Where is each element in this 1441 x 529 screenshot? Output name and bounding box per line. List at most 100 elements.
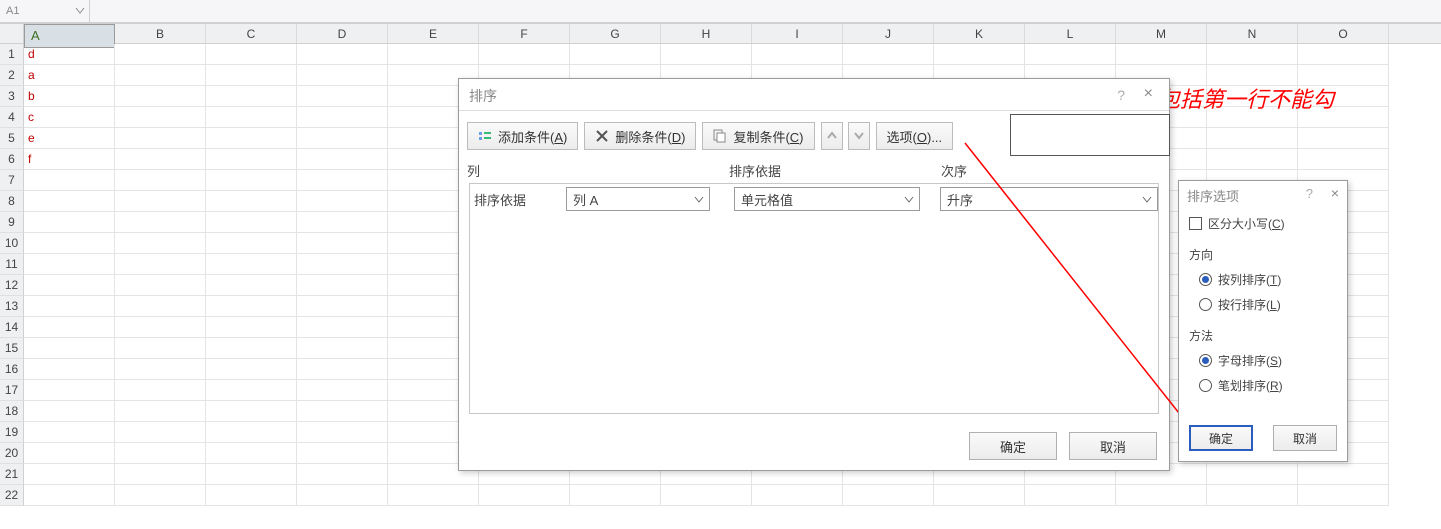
sort-column-select[interactable]: 列 A [566, 187, 710, 211]
cell[interactable] [24, 485, 115, 506]
cell[interactable] [297, 44, 388, 65]
cell[interactable] [206, 338, 297, 359]
cell[interactable] [297, 359, 388, 380]
cancel-button[interactable]: 取消 [1069, 432, 1157, 460]
cell[interactable] [297, 128, 388, 149]
cell[interactable] [115, 296, 206, 317]
cell[interactable] [1298, 485, 1389, 506]
cell[interactable] [1298, 44, 1389, 65]
cell[interactable] [297, 107, 388, 128]
cell[interactable] [115, 380, 206, 401]
cell[interactable] [1025, 44, 1116, 65]
cell[interactable] [24, 254, 115, 275]
copy-condition-button[interactable]: 复制条件(C) [702, 122, 814, 150]
cell[interactable] [115, 317, 206, 338]
options-button[interactable]: 选项(O)... [876, 122, 954, 150]
sort-order-select[interactable]: 升序 [940, 187, 1158, 211]
cell[interactable] [24, 191, 115, 212]
cell[interactable] [1116, 44, 1207, 65]
cell[interactable] [297, 338, 388, 359]
cell[interactable] [115, 464, 206, 485]
cell[interactable] [115, 338, 206, 359]
cell[interactable] [115, 170, 206, 191]
column-header[interactable]: N [1207, 24, 1298, 43]
close-button[interactable]: × [1138, 83, 1159, 105]
row-header[interactable]: 9 [0, 212, 24, 233]
row-header[interactable]: 8 [0, 191, 24, 212]
cell[interactable] [1298, 464, 1389, 485]
cell[interactable] [752, 44, 843, 65]
row-header[interactable]: 11 [0, 254, 24, 275]
sort-by-row-radio[interactable]: 按行排序(L) [1189, 292, 1337, 317]
cell[interactable] [297, 86, 388, 107]
column-header[interactable]: L [1025, 24, 1116, 43]
cell[interactable] [297, 170, 388, 191]
column-header[interactable]: O [1298, 24, 1389, 43]
row-header[interactable]: 2 [0, 65, 24, 86]
cell[interactable] [115, 107, 206, 128]
cell[interactable] [24, 317, 115, 338]
row-header[interactable]: 5 [0, 128, 24, 149]
column-header[interactable]: C [206, 24, 297, 43]
cell[interactable] [297, 212, 388, 233]
row-header[interactable]: 17 [0, 380, 24, 401]
move-up-button[interactable] [821, 122, 843, 150]
cell[interactable]: e [24, 128, 115, 149]
column-header[interactable]: B [115, 24, 206, 43]
cell[interactable] [1207, 485, 1298, 506]
cell[interactable] [24, 401, 115, 422]
cell[interactable]: b [24, 86, 115, 107]
row-header[interactable]: 15 [0, 338, 24, 359]
cell[interactable] [115, 86, 206, 107]
cell[interactable] [297, 443, 388, 464]
cell[interactable] [570, 44, 661, 65]
cell[interactable] [479, 485, 570, 506]
cell[interactable] [661, 44, 752, 65]
cell[interactable] [297, 401, 388, 422]
formula-input[interactable] [92, 0, 1441, 22]
cell[interactable] [115, 422, 206, 443]
row-header[interactable]: 22 [0, 485, 24, 506]
cell[interactable] [115, 275, 206, 296]
cell[interactable] [479, 44, 570, 65]
cell[interactable] [206, 296, 297, 317]
select-all-corner[interactable] [0, 24, 24, 43]
cell[interactable] [206, 443, 297, 464]
cell[interactable] [115, 191, 206, 212]
cell[interactable] [388, 485, 479, 506]
row-header[interactable]: 6 [0, 149, 24, 170]
cell[interactable] [206, 128, 297, 149]
column-header[interactable]: G [570, 24, 661, 43]
close-button[interactable]: × [1331, 185, 1339, 201]
cell[interactable] [1207, 44, 1298, 65]
cell[interactable] [115, 44, 206, 65]
case-sensitive-checkbox[interactable]: 区分大小写(C) [1189, 211, 1337, 236]
cell[interactable] [297, 317, 388, 338]
sort-by-column-radio[interactable]: 按列排序(T) [1189, 267, 1337, 292]
cell[interactable] [115, 233, 206, 254]
cell[interactable] [115, 128, 206, 149]
ok-button[interactable]: 确定 [969, 432, 1057, 460]
ok-button[interactable]: 确定 [1189, 425, 1253, 451]
cell[interactable] [297, 464, 388, 485]
cell[interactable] [24, 296, 115, 317]
cell[interactable] [206, 380, 297, 401]
cell[interactable] [843, 44, 934, 65]
row-header[interactable]: 4 [0, 107, 24, 128]
cell[interactable] [24, 212, 115, 233]
cell[interactable] [206, 149, 297, 170]
cell[interactable]: d [24, 44, 115, 65]
cell[interactable] [206, 422, 297, 443]
cell[interactable] [297, 422, 388, 443]
cell[interactable]: c [24, 107, 115, 128]
row-header[interactable]: 7 [0, 170, 24, 191]
cell[interactable] [1025, 485, 1116, 506]
column-header[interactable]: H [661, 24, 752, 43]
column-header[interactable]: E [388, 24, 479, 43]
cell[interactable] [388, 44, 479, 65]
cell[interactable] [206, 170, 297, 191]
cell[interactable] [115, 401, 206, 422]
cell[interactable] [206, 275, 297, 296]
cell[interactable] [934, 44, 1025, 65]
cell[interactable] [206, 485, 297, 506]
